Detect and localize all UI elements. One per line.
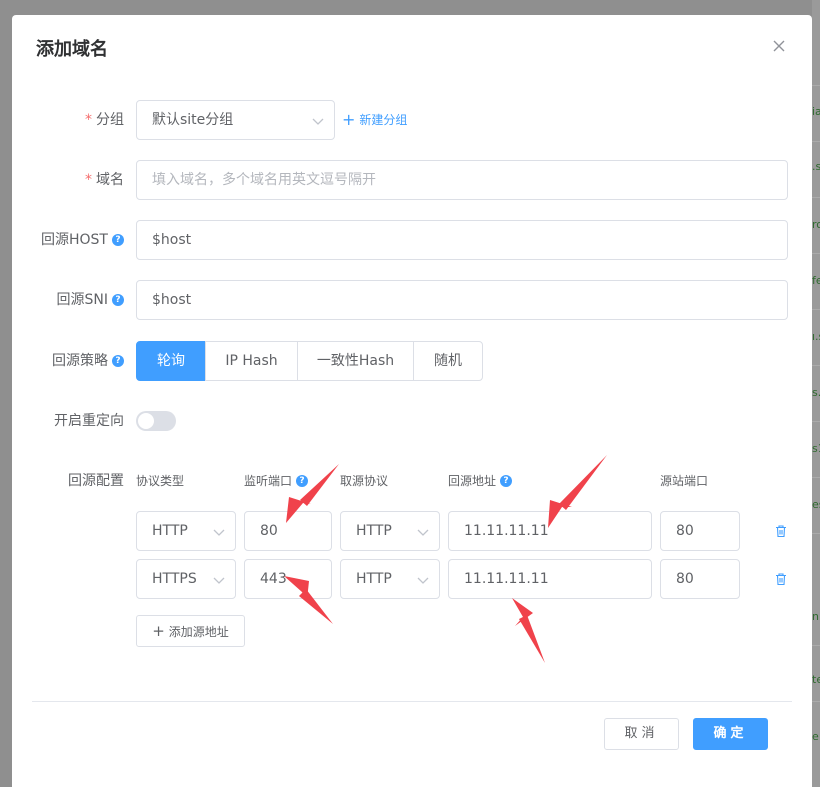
redirect-label: 开启重定向 (54, 413, 124, 429)
help-icon[interactable]: ? (112, 294, 124, 306)
redirect-toggle[interactable] (136, 411, 176, 431)
form-row-redirect: 开启重定向 (12, 401, 812, 441)
origin-port-input[interactable]: 80 (660, 559, 740, 599)
trash-icon[interactable] (774, 572, 788, 586)
domain-placeholder: 填入域名，多个域名用英文逗号隔开 (152, 172, 376, 188)
help-icon[interactable]: ? (112, 355, 124, 367)
origin-address-input[interactable]: 11.11.11.11 (448, 559, 652, 599)
listen-port-value: 443 (260, 571, 287, 587)
origin-port-value: 80 (676, 523, 694, 539)
origin-host-input[interactable]: $host (136, 220, 788, 260)
origin-host-label: 回源HOST? (41, 220, 124, 260)
origin-sni-label: 回源SNI? (57, 280, 124, 320)
col-origin-protocol: 取源协议 (340, 474, 389, 488)
new-group-button[interactable]: + 新建分组 (342, 100, 407, 140)
dialog-title: 添加域名 (36, 39, 108, 60)
new-group-label: 新建分组 (359, 113, 408, 127)
close-icon[interactable] (768, 35, 790, 57)
strategy-round-robin-button[interactable]: 轮询 (136, 341, 206, 381)
chevron-down-icon (312, 115, 324, 127)
protocol-select[interactable]: HTTPS (136, 559, 236, 599)
origin-protocol-select[interactable]: HTTP (340, 511, 440, 551)
origin-protocol-value: HTTP (356, 571, 392, 587)
col-origin-address: 回源地址? (448, 461, 513, 501)
protocol-value: HTTPS (152, 571, 197, 587)
form-row-strategy: 回源策略? 轮询 IP Hash 一致性Hash 随机 (12, 341, 812, 381)
listen-port-value: 80 (260, 523, 278, 539)
chevron-down-icon (417, 574, 429, 586)
form-row-origin-sni: 回源SNI? $host (12, 280, 812, 320)
plus-icon: + (152, 622, 165, 640)
strategy-button-group: 轮询 IP Hash 一致性Hash 随机 (136, 341, 483, 381)
add-origin-button[interactable]: + 添加源地址 (136, 615, 245, 647)
strategy-label: 回源策略? (52, 341, 124, 381)
chevron-down-icon (213, 574, 225, 586)
domain-label: * 域名 (85, 172, 124, 188)
origin-config-row: HTTP 80 HTTP 11.11.11.11 80 (12, 511, 812, 551)
strategy-consistent-hash-button[interactable]: 一致性Hash (297, 341, 414, 381)
domain-input[interactable]: 填入域名，多个域名用英文逗号隔开 (136, 160, 788, 200)
origin-sni-input[interactable]: $host (136, 280, 788, 320)
form-row-group: * 分组 默认site分组 + 新建分组 (12, 100, 812, 140)
origin-sni-value: $host (152, 292, 192, 308)
chevron-down-icon (213, 526, 225, 538)
protocol-select[interactable]: HTTP (136, 511, 236, 551)
trash-icon[interactable] (774, 524, 788, 538)
help-icon[interactable]: ? (112, 234, 124, 246)
confirm-button[interactable]: 确定 (693, 718, 768, 750)
origin-protocol-select[interactable]: HTTP (340, 559, 440, 599)
origin-address-input[interactable]: 11.11.11.11 (448, 511, 652, 551)
listen-port-input[interactable]: 443 (244, 559, 332, 599)
origin-port-value: 80 (676, 571, 694, 587)
strategy-random-button[interactable]: 随机 (413, 341, 483, 381)
add-domain-dialog: 添加域名 * 分组 默认site分组 + 新建分组 * 域名 填入域名，多个域名用英文… (12, 15, 812, 787)
toggle-knob (138, 413, 154, 429)
origin-config-row: HTTPS 443 HTTP 11.11.11.11 80 (12, 559, 812, 599)
group-label: * 分组 (85, 112, 124, 128)
form-row-origin-config: 回源配置 协议类型 监听端口? 取源协议 回源地址? 源站端口 (12, 461, 812, 501)
strategy-ip-hash-button[interactable]: IP Hash (205, 341, 298, 381)
form-row-domain: * 域名 填入域名，多个域名用英文逗号隔开 (12, 160, 812, 200)
col-protocol-type: 协议类型 (136, 474, 185, 488)
listen-port-input[interactable]: 80 (244, 511, 332, 551)
origin-protocol-value: HTTP (356, 523, 392, 539)
chevron-down-icon (417, 526, 429, 538)
help-icon[interactable]: ? (500, 475, 513, 487)
origin-address-value: 11.11.11.11 (464, 571, 549, 587)
form-row-origin-host: 回源HOST? $host (12, 220, 812, 260)
origin-address-value: 11.11.11.11 (464, 523, 549, 539)
protocol-value: HTTP (152, 523, 188, 539)
plus-icon: + (342, 110, 356, 129)
origin-host-value: $host (152, 232, 192, 248)
cancel-button[interactable]: 取消 (604, 718, 679, 750)
col-listen-port: 监听端口? (244, 461, 309, 501)
group-select[interactable]: 默认site分组 (136, 100, 335, 140)
help-icon[interactable]: ? (296, 475, 309, 487)
group-select-value: 默认site分组 (152, 112, 234, 128)
background-page-strip: ia .s ro fe ı.s s. s1 es n. te e (812, 0, 820, 787)
footer-divider (32, 701, 792, 702)
origin-config-label: 回源配置 (68, 473, 124, 489)
origin-port-input[interactable]: 80 (660, 511, 740, 551)
col-origin-port: 源站端口 (660, 474, 709, 488)
add-origin-label: 添加源地址 (168, 625, 229, 639)
